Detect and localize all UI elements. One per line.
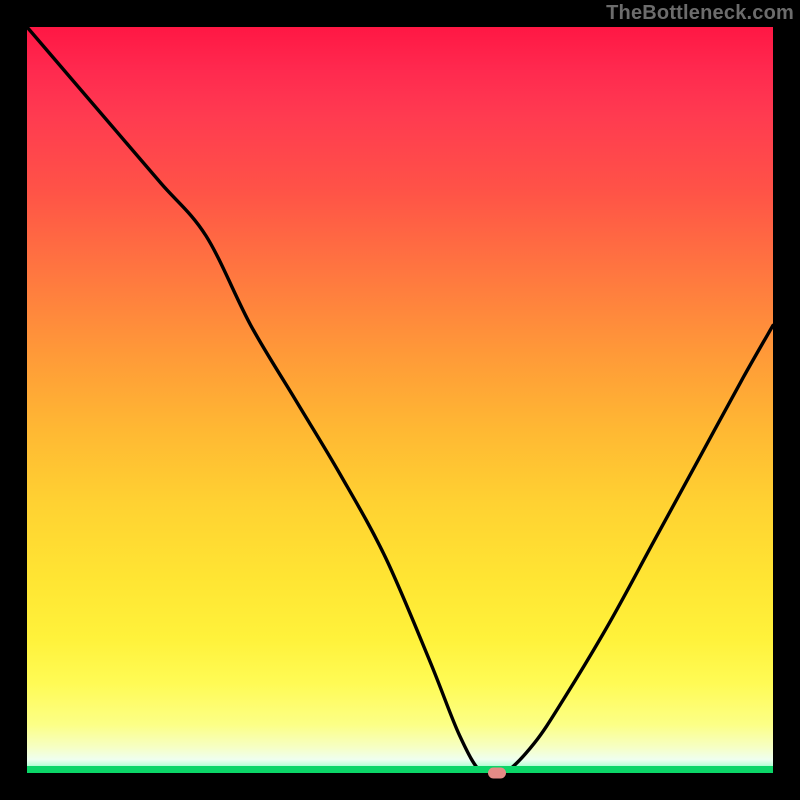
- optimal-point-marker: [488, 768, 506, 779]
- bottleneck-curve: [27, 27, 773, 773]
- chart-frame: TheBottleneck.com: [0, 0, 800, 800]
- curve-path: [27, 27, 773, 773]
- green-baseline-band: [27, 766, 773, 773]
- plot-area: [27, 27, 773, 773]
- watermark-text: TheBottleneck.com: [606, 2, 794, 25]
